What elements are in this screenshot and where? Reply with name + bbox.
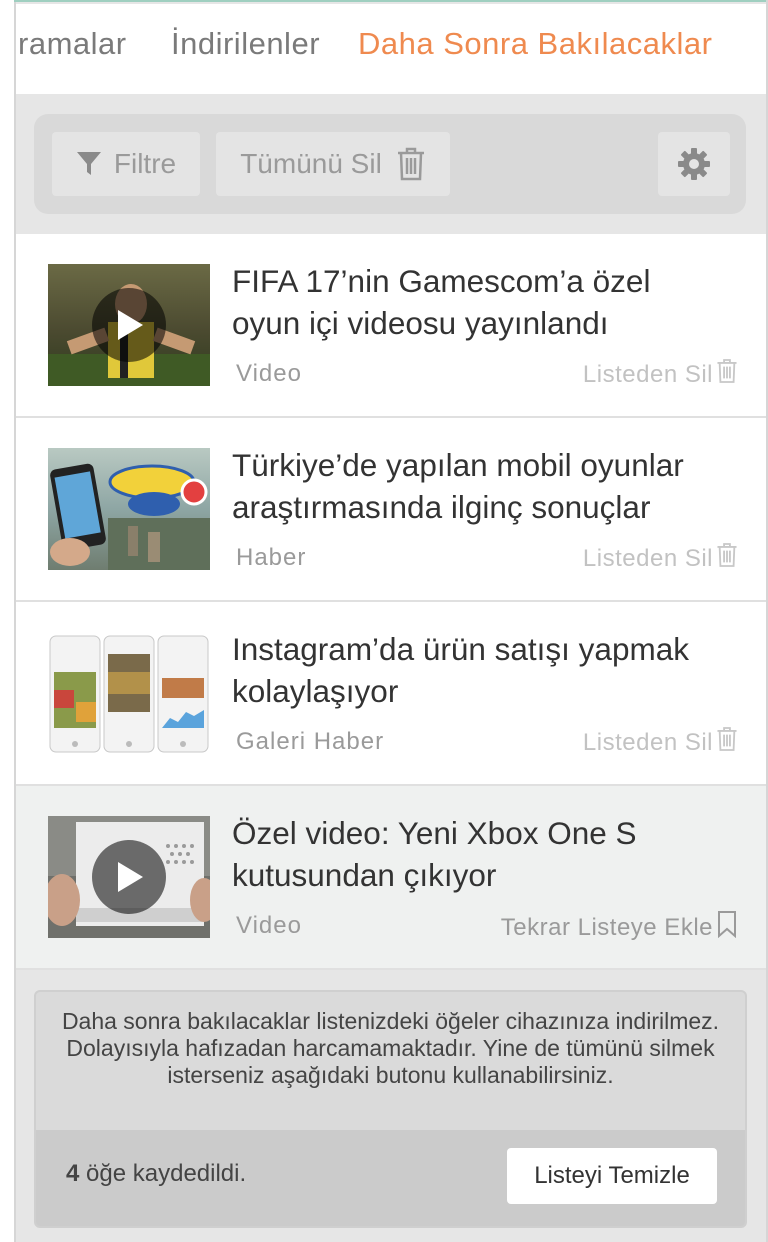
info-box: Daha sonra bakılacaklar listenizdeki öğe… bbox=[34, 990, 747, 1228]
toolbar-area: Filtre Tümünü Sil bbox=[16, 94, 766, 234]
gallery-thumbnail[interactable] bbox=[48, 632, 210, 754]
delete-all-label: Tümünü Sil bbox=[240, 148, 382, 179]
remove-from-list-button[interactable]: Listeden Sil bbox=[583, 542, 738, 575]
gear-icon bbox=[676, 146, 712, 182]
trash-icon bbox=[713, 726, 738, 759]
info-message: Daha sonra bakılacaklar listenizdeki öğe… bbox=[61, 1008, 720, 1088]
item-title[interactable]: Özel video: Yeni Xbox One Skutusundan çı… bbox=[232, 812, 732, 896]
settings-button[interactable] bbox=[658, 132, 730, 196]
saved-count: 4 bbox=[66, 1160, 80, 1187]
info-footer: 4 öğe kaydedildi. Listeyi Temizle bbox=[36, 1130, 745, 1226]
list-item[interactable]: FIFA 17’nin Gamescom’a özel oyun içi vide… bbox=[16, 234, 766, 418]
list-item[interactable]: Instagram’da ürün satışı yapmak kolaylaşı… bbox=[16, 602, 766, 786]
list-item[interactable]: Özel video: Yeni Xbox One Skutusundan çı… bbox=[16, 786, 766, 970]
clear-list-button[interactable]: Listeyi Temizle bbox=[507, 1148, 717, 1204]
action-label: Listeden Sil bbox=[582, 544, 713, 572]
add-back-to-list-button[interactable]: Tekrar Listeye Ekle bbox=[501, 910, 738, 945]
item-category: Galeri Haber bbox=[236, 728, 385, 755]
filter-button[interactable]: Filtre bbox=[52, 132, 200, 196]
remove-from-list-button[interactable]: Listeden Sil bbox=[583, 358, 738, 391]
action-label: Listeden Sil bbox=[582, 360, 713, 388]
tab-daha-sonra-bakilacaklar[interactable]: Daha Sonra Bakılacaklar bbox=[358, 26, 712, 62]
item-title[interactable]: Türkiye’de yapılan mobil oyunlar araştırm… bbox=[232, 444, 732, 528]
filter-icon bbox=[76, 150, 102, 178]
item-category: Video bbox=[236, 912, 302, 939]
action-label: Listeden Sil bbox=[582, 728, 713, 756]
video-thumbnail[interactable] bbox=[48, 264, 210, 386]
item-title[interactable]: FIFA 17’nin Gamescom’a özel oyun içi vide… bbox=[232, 260, 732, 344]
play-icon bbox=[92, 288, 166, 362]
video-thumbnail[interactable] bbox=[48, 816, 210, 938]
list-item[interactable]: Türkiye’de yapılan mobil oyunlar araştırm… bbox=[16, 418, 766, 602]
item-category: Haber bbox=[236, 544, 307, 571]
remove-from-list-button[interactable]: Listeden Sil bbox=[583, 726, 738, 759]
filter-label: Filtre bbox=[113, 148, 177, 179]
play-icon bbox=[92, 840, 166, 914]
tab-bar: ramalar İndirilenler Daha Sonra Bakılaca… bbox=[16, 4, 766, 94]
action-label: Tekrar Listeye Ekle bbox=[500, 913, 713, 941]
delete-all-button[interactable]: Tümünü Sil bbox=[216, 132, 450, 196]
item-title[interactable]: Instagram’da ürün satışı yapmak kolaylaşı… bbox=[232, 628, 732, 712]
saved-list: FIFA 17’nin Gamescom’a özel oyun içi vide… bbox=[16, 234, 766, 970]
item-category: Video bbox=[236, 360, 302, 387]
toolbar: Filtre Tümünü Sil bbox=[34, 114, 746, 214]
trash-icon bbox=[713, 542, 738, 575]
trash-icon bbox=[396, 147, 426, 181]
trash-icon bbox=[713, 358, 738, 391]
saved-count-text: 4 öğe kaydedildi. bbox=[66, 1160, 246, 1188]
saved-suffix: öğe kaydedildi. bbox=[86, 1160, 247, 1187]
news-thumbnail[interactable] bbox=[48, 448, 210, 570]
tab-indirilenler[interactable]: İndirilenler bbox=[171, 26, 320, 62]
tab-aramalar[interactable]: ramalar bbox=[18, 26, 127, 62]
bookmark-icon bbox=[713, 910, 738, 945]
